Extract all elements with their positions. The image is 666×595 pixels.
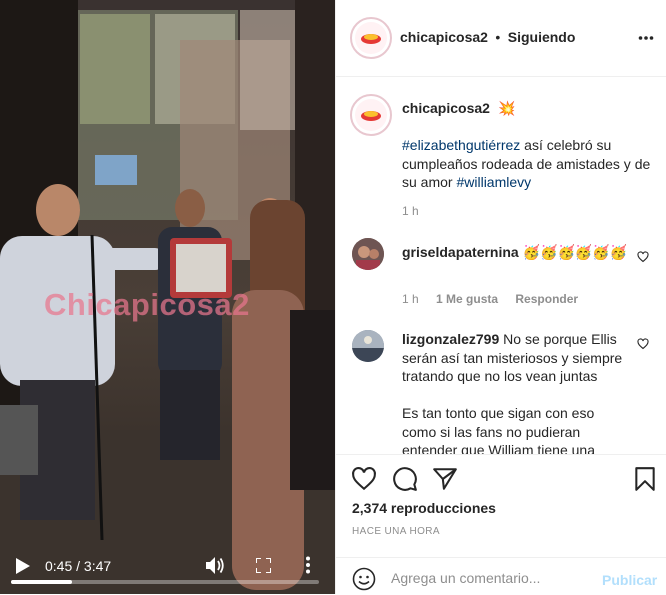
heart-icon[interactable] xyxy=(637,251,649,263)
smiley-icon[interactable] xyxy=(352,567,376,591)
play-icon[interactable] xyxy=(16,558,30,574)
comment-time: 1 h xyxy=(402,292,419,306)
comment-2: lizgonzalez799 No se porque Ellis serán … xyxy=(402,330,632,386)
comment-input[interactable] xyxy=(391,564,591,592)
comment-bubble-icon[interactable] xyxy=(392,466,418,492)
avatar-photo xyxy=(352,238,384,270)
instagram-post-modal: Chicapicosa2 0:45 / 3:47 chicapicosa2 • … xyxy=(0,0,666,594)
video-controls: 0:45 / 3:47 xyxy=(0,538,335,594)
caption-time: 1 h xyxy=(402,204,419,218)
header-user-row: chicapicosa2 • Siguiendo xyxy=(400,29,575,47)
caption-username[interactable]: chicapicosa2 xyxy=(402,100,490,116)
heart-icon[interactable] xyxy=(351,466,377,492)
heart-icon[interactable] xyxy=(637,338,649,350)
following-button[interactable]: Siguiendo xyxy=(508,29,576,45)
header-username[interactable]: chicapicosa2 xyxy=(400,29,488,45)
caption-user-row: chicapicosa2 💥 xyxy=(402,100,516,118)
comment-2-continued: Es tan tonto que sigan con eso como si l… xyxy=(402,405,596,454)
caption-avatar[interactable] xyxy=(350,94,392,136)
add-comment-bar: Publicar xyxy=(336,557,666,595)
post-header: chicapicosa2 • Siguiendo xyxy=(336,0,666,77)
view-count[interactable]: 2,374 reproducciones xyxy=(352,500,496,516)
bookmark-icon[interactable] xyxy=(632,466,658,492)
time-separator: / xyxy=(76,558,81,574)
progress-track[interactable] xyxy=(11,580,319,584)
post-actions: 2,374 reproducciones HACE UNA HORA Publi… xyxy=(336,454,666,594)
watermark: Chicapicosa2 xyxy=(44,287,250,322)
more-vertical-icon[interactable] xyxy=(305,556,311,574)
comment-emoji: 🥳🥳🥳🥳🥳🥳 xyxy=(522,244,628,260)
header-separator: • xyxy=(495,29,501,45)
comment-1: griseldapaternina 🥳🥳🥳🥳🥳🥳 xyxy=(402,243,632,262)
progress-fill xyxy=(11,580,72,584)
hashtag-link[interactable]: #williamlevy xyxy=(456,174,531,190)
current-time: 0:45 xyxy=(45,558,73,574)
comment-likes[interactable]: 1 Me gusta xyxy=(436,292,498,306)
comments-list[interactable]: chicapicosa2 💥 #elizabethgutiérrez así c… xyxy=(336,78,666,454)
caption-emoji: 💥 xyxy=(498,100,516,116)
logo-icon xyxy=(361,111,381,121)
avatar-photo xyxy=(352,330,384,362)
more-dots-icon[interactable] xyxy=(638,35,654,41)
comment-username[interactable]: lizgonzalez799 xyxy=(402,331,499,347)
reply-button[interactable]: Responder xyxy=(515,292,578,306)
avatar[interactable] xyxy=(350,17,392,59)
duration: 3:47 xyxy=(83,558,112,574)
comment-username[interactable]: griseldapaternina xyxy=(402,244,519,260)
caption-text: #elizabethgutiérrez así celebró su cumpl… xyxy=(402,136,652,192)
video-player[interactable]: Chicapicosa2 0:45 / 3:47 xyxy=(0,0,335,594)
hashtag-link[interactable]: #elizabethgutiérrez xyxy=(402,137,520,153)
post-side-panel: chicapicosa2 • Siguiendo chicapicosa2 💥 xyxy=(335,0,666,594)
commenter-avatar[interactable] xyxy=(352,238,384,270)
publish-button[interactable]: Publicar xyxy=(602,572,657,588)
logo-icon xyxy=(361,34,381,44)
volume-icon[interactable] xyxy=(206,557,225,574)
post-time: HACE UNA HORA xyxy=(352,526,440,537)
video-time: 0:45 / 3:47 xyxy=(45,558,111,574)
paper-plane-icon[interactable] xyxy=(432,466,458,492)
comment-1-meta: 1 h 1 Me gusta Responder xyxy=(402,292,578,306)
fullscreen-icon[interactable] xyxy=(256,558,271,573)
commenter-avatar[interactable] xyxy=(352,330,384,362)
